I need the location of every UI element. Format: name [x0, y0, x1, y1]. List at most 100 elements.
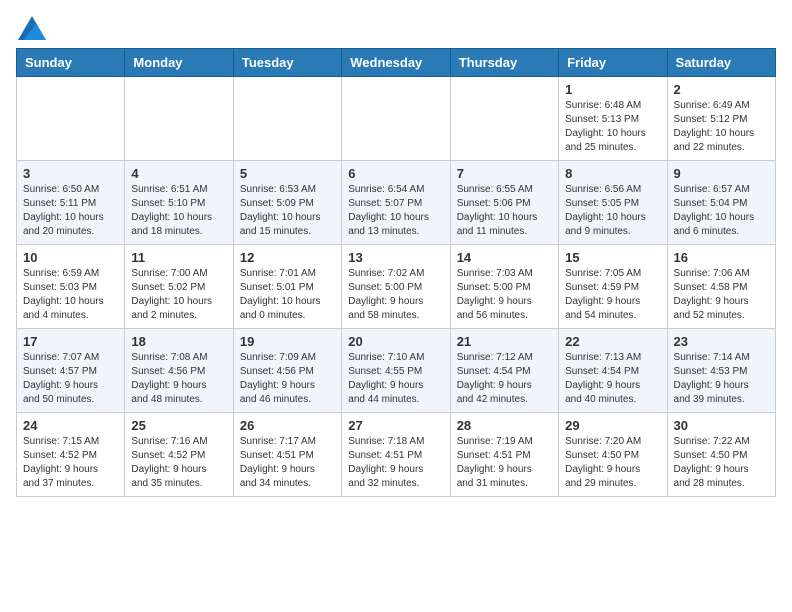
day-number: 21: [457, 334, 552, 349]
day-number: 30: [674, 418, 769, 433]
calendar-cell: 21Sunrise: 7:12 AM Sunset: 4:54 PM Dayli…: [450, 329, 558, 413]
day-info: Sunrise: 6:48 AM Sunset: 5:13 PM Dayligh…: [565, 99, 660, 155]
day-number: 25: [131, 418, 226, 433]
calendar-cell: 4Sunrise: 6:51 AM Sunset: 5:10 PM Daylig…: [125, 161, 233, 245]
day-number: 15: [565, 250, 660, 265]
calendar-cell: 22 Sunrise: 7:13 AM Sunset: 4:54 PM Dayli…: [559, 329, 667, 413]
day-info: Sunrise: 6:50 AM Sunset: 5:11 PM Dayligh…: [23, 183, 118, 239]
calendar-week-row: 24 Sunrise: 7:15 AM Sunset: 4:52 PM Dayli…: [17, 413, 776, 497]
calendar-cell: [17, 77, 125, 161]
day-info: Sunrise: 6:57 AM Sunset: 5:04 PM Dayligh…: [674, 183, 769, 239]
calendar-cell: 24 Sunrise: 7:15 AM Sunset: 4:52 PM Dayli…: [17, 413, 125, 497]
day-number: 28: [457, 418, 552, 433]
day-info: Sunrise: 6:55 AM Sunset: 5:06 PM Dayligh…: [457, 183, 552, 239]
day-info: Sunrise: 7:15 AM Sunset: 4:52 PM Dayligh…: [23, 435, 118, 491]
day-info: Sunrise: 7:18 AM Sunset: 4:51 PM Dayligh…: [348, 435, 443, 491]
day-info: Sunrise: 7:17 AM Sunset: 4:51 PM Dayligh…: [240, 435, 335, 491]
day-info: Sunrise: 7:07 AM Sunset: 4:57 PM Dayligh…: [23, 351, 118, 407]
day-number: 3: [23, 166, 118, 181]
calendar-cell: [125, 77, 233, 161]
calendar-week-row: 17 Sunrise: 7:07 AM Sunset: 4:57 PM Dayli…: [17, 329, 776, 413]
day-number: 23: [674, 334, 769, 349]
calendar-cell: 11 Sunrise: 7:00 AM Sunset: 5:02 PM Dayli…: [125, 245, 233, 329]
calendar-cell: 29 Sunrise: 7:20 AM Sunset: 4:50 PM Dayli…: [559, 413, 667, 497]
day-number: 8: [565, 166, 660, 181]
day-info: Sunrise: 7:03 AM Sunset: 5:00 PM Dayligh…: [457, 267, 552, 323]
day-number: 2: [674, 82, 769, 97]
day-number: 22: [565, 334, 660, 349]
day-info: Sunrise: 7:06 AM Sunset: 4:58 PM Dayligh…: [674, 267, 769, 323]
calendar-cell: [342, 77, 450, 161]
calendar-cell: 3 Sunrise: 6:50 AM Sunset: 5:11 PM Daylig…: [17, 161, 125, 245]
day-info: Sunrise: 6:56 AM Sunset: 5:05 PM Dayligh…: [565, 183, 660, 239]
calendar-cell: 1 Sunrise: 6:48 AM Sunset: 5:13 PM Daylig…: [559, 77, 667, 161]
weekday-header-monday: Monday: [125, 49, 233, 77]
day-info: Sunrise: 6:54 AM Sunset: 5:07 PM Dayligh…: [348, 183, 443, 239]
day-info: Sunrise: 7:20 AM Sunset: 4:50 PM Dayligh…: [565, 435, 660, 491]
day-info: Sunrise: 7:09 AM Sunset: 4:56 PM Dayligh…: [240, 351, 335, 407]
day-number: 12: [240, 250, 335, 265]
calendar-week-row: 3 Sunrise: 6:50 AM Sunset: 5:11 PM Daylig…: [17, 161, 776, 245]
day-info: Sunrise: 7:05 AM Sunset: 4:59 PM Dayligh…: [565, 267, 660, 323]
calendar-cell: [450, 77, 558, 161]
calendar-cell: 17 Sunrise: 7:07 AM Sunset: 4:57 PM Dayli…: [17, 329, 125, 413]
calendar-cell: 13 Sunrise: 7:02 AM Sunset: 5:00 PM Dayli…: [342, 245, 450, 329]
calendar-cell: 25 Sunrise: 7:16 AM Sunset: 4:52 PM Dayli…: [125, 413, 233, 497]
weekday-header-tuesday: Tuesday: [233, 49, 341, 77]
day-info: Sunrise: 6:53 AM Sunset: 5:09 PM Dayligh…: [240, 183, 335, 239]
day-number: 14: [457, 250, 552, 265]
calendar-cell: 9 Sunrise: 6:57 AM Sunset: 5:04 PM Daylig…: [667, 161, 775, 245]
calendar-cell: 6 Sunrise: 6:54 AM Sunset: 5:07 PM Daylig…: [342, 161, 450, 245]
calendar-cell: 15 Sunrise: 7:05 AM Sunset: 4:59 PM Dayli…: [559, 245, 667, 329]
calendar-cell: 10Sunrise: 6:59 AM Sunset: 5:03 PM Dayli…: [17, 245, 125, 329]
day-number: 24: [23, 418, 118, 433]
day-info: Sunrise: 7:01 AM Sunset: 5:01 PM Dayligh…: [240, 267, 335, 323]
calendar-cell: 18Sunrise: 7:08 AM Sunset: 4:56 PM Dayli…: [125, 329, 233, 413]
day-number: 1: [565, 82, 660, 97]
calendar-cell: [233, 77, 341, 161]
weekday-header-friday: Friday: [559, 49, 667, 77]
day-info: Sunrise: 7:22 AM Sunset: 4:50 PM Dayligh…: [674, 435, 769, 491]
calendar-cell: 8 Sunrise: 6:56 AM Sunset: 5:05 PM Daylig…: [559, 161, 667, 245]
day-info: Sunrise: 7:08 AM Sunset: 4:56 PM Dayligh…: [131, 351, 226, 407]
weekday-header-thursday: Thursday: [450, 49, 558, 77]
weekday-header-wednesday: Wednesday: [342, 49, 450, 77]
day-info: Sunrise: 6:51 AM Sunset: 5:10 PM Dayligh…: [131, 183, 226, 239]
calendar-cell: 20 Sunrise: 7:10 AM Sunset: 4:55 PM Dayli…: [342, 329, 450, 413]
day-number: 29: [565, 418, 660, 433]
calendar-cell: 14 Sunrise: 7:03 AM Sunset: 5:00 PM Dayli…: [450, 245, 558, 329]
calendar-week-row: 1 Sunrise: 6:48 AM Sunset: 5:13 PM Daylig…: [17, 77, 776, 161]
weekday-header-row: SundayMondayTuesdayWednesdayThursdayFrid…: [17, 49, 776, 77]
day-number: 26: [240, 418, 335, 433]
day-number: 11: [131, 250, 226, 265]
day-info: Sunrise: 7:02 AM Sunset: 5:00 PM Dayligh…: [348, 267, 443, 323]
calendar-cell: 7Sunrise: 6:55 AM Sunset: 5:06 PM Daylig…: [450, 161, 558, 245]
calendar-cell: 30 Sunrise: 7:22 AM Sunset: 4:50 PM Dayli…: [667, 413, 775, 497]
logo-icon: [18, 16, 46, 40]
day-number: 5: [240, 166, 335, 181]
day-number: 19: [240, 334, 335, 349]
day-number: 27: [348, 418, 443, 433]
day-number: 9: [674, 166, 769, 181]
weekday-header-saturday: Saturday: [667, 49, 775, 77]
calendar-table: SundayMondayTuesdayWednesdayThursdayFrid…: [16, 48, 776, 497]
logo: [16, 16, 46, 36]
day-info: Sunrise: 7:19 AM Sunset: 4:51 PM Dayligh…: [457, 435, 552, 491]
day-info: Sunrise: 7:10 AM Sunset: 4:55 PM Dayligh…: [348, 351, 443, 407]
day-number: 6: [348, 166, 443, 181]
calendar-cell: 27 Sunrise: 7:18 AM Sunset: 4:51 PM Dayli…: [342, 413, 450, 497]
weekday-header-sunday: Sunday: [17, 49, 125, 77]
day-number: 13: [348, 250, 443, 265]
day-number: 20: [348, 334, 443, 349]
day-info: Sunrise: 7:13 AM Sunset: 4:54 PM Dayligh…: [565, 351, 660, 407]
day-number: 17: [23, 334, 118, 349]
calendar-cell: 26 Sunrise: 7:17 AM Sunset: 4:51 PM Dayli…: [233, 413, 341, 497]
day-info: Sunrise: 7:16 AM Sunset: 4:52 PM Dayligh…: [131, 435, 226, 491]
day-info: Sunrise: 6:59 AM Sunset: 5:03 PM Dayligh…: [23, 267, 118, 323]
calendar-cell: 19 Sunrise: 7:09 AM Sunset: 4:56 PM Dayli…: [233, 329, 341, 413]
day-info: Sunrise: 7:00 AM Sunset: 5:02 PM Dayligh…: [131, 267, 226, 323]
calendar-cell: 16Sunrise: 7:06 AM Sunset: 4:58 PM Dayli…: [667, 245, 775, 329]
calendar-cell: 23Sunrise: 7:14 AM Sunset: 4:53 PM Dayli…: [667, 329, 775, 413]
page-header: [16, 16, 776, 36]
calendar-cell: 5 Sunrise: 6:53 AM Sunset: 5:09 PM Daylig…: [233, 161, 341, 245]
